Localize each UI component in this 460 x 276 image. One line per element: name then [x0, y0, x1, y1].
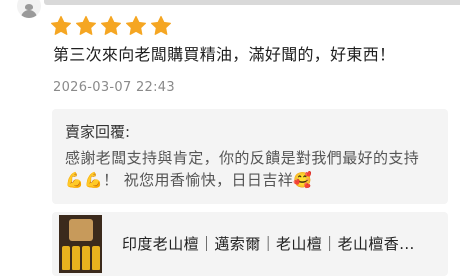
- product-bottle-image: [92, 246, 100, 270]
- product-bottle-image: [62, 246, 70, 270]
- muscle-emoji: 💪: [84, 171, 104, 189]
- product-jar-image: [69, 219, 93, 241]
- card-divider: [44, 0, 460, 5]
- rating-stars: [50, 15, 172, 37]
- star-icon: [125, 15, 147, 37]
- card-top-edge: [0, 0, 460, 14]
- star-icon: [75, 15, 97, 37]
- smiling-hearts-emoji: 🥰: [293, 171, 313, 189]
- review-timestamp: 2026-03-07 22:43: [53, 80, 175, 95]
- user-avatar[interactable]: [17, 0, 41, 18]
- product-thumbnail: [59, 215, 102, 273]
- star-icon: [150, 15, 172, 37]
- star-icon: [100, 15, 122, 37]
- seller-reply-title: 賣家回覆:: [65, 123, 131, 141]
- star-icon: [50, 15, 72, 37]
- review-text: 第三次來向老闆購買精油，滿好聞的，好東西！: [53, 45, 396, 64]
- muscle-emoji: 💪: [65, 171, 85, 189]
- product-card[interactable]: 印度老山檀｜邁索爾｜老山檀｜老山檀香...: [52, 212, 448, 276]
- seller-reply-text: 感謝老闆支持與肯定，你的反饋是對我們最好的支持💪💪！ 祝您用香愉快，日日吉祥🥰: [65, 147, 435, 191]
- seller-reply-text-part1: 感謝老闆支持與肯定，你的反饋是對我們最好的支持: [65, 149, 420, 167]
- product-bottle-image: [82, 246, 90, 270]
- avatar-shoulders: [21, 10, 37, 18]
- product-title[interactable]: 印度老山檀｜邁索爾｜老山檀｜老山檀香...: [122, 233, 440, 254]
- seller-reply-box: 賣家回覆: 感謝老闆支持與肯定，你的反饋是對我們最好的支持💪💪！ 祝您用香愉快，…: [52, 109, 448, 204]
- seller-reply-text-part2: ！ 祝您用香愉快，日日吉祥: [103, 171, 294, 189]
- product-bottle-image: [72, 246, 80, 270]
